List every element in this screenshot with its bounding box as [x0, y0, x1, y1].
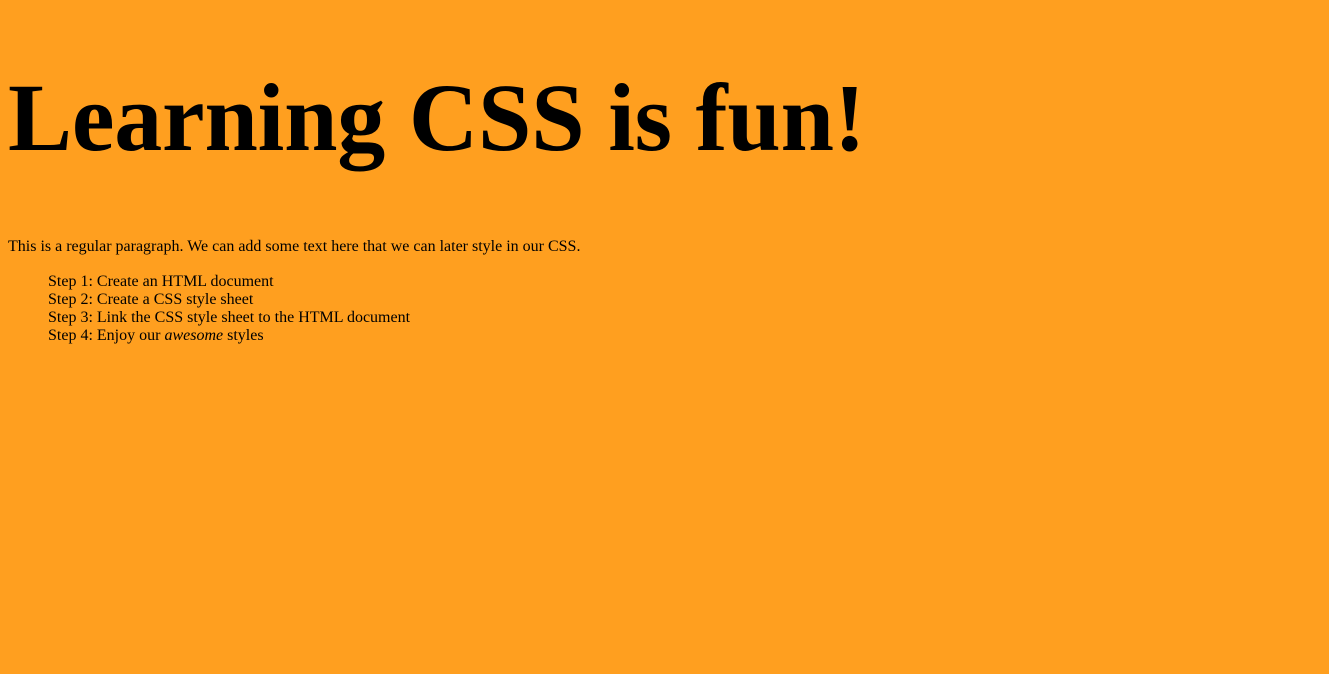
- list-item-step-4: Step 4: Enjoy our awesome styles: [48, 327, 410, 345]
- step-list: Step 1: Create an HTML document Step 2: …: [48, 273, 410, 345]
- list-item-step-1: Step 1: Create an HTML document: [48, 273, 274, 290]
- list-item-step-3: Step 3: Link the CSS style sheet to the …: [48, 309, 411, 326]
- main-heading: Learning CSS is fun!: [8, 64, 866, 171]
- step-4-suffix: styles: [223, 327, 264, 344]
- list-item-step-2: Step 2: Create a CSS style sheet: [48, 291, 254, 308]
- regular-paragraph: This is a regular paragraph. We can add …: [8, 238, 581, 255]
- step-4-prefix: Step 4: Enjoy our: [48, 327, 165, 344]
- page-content: Learning CSS is fun! This is a regular p…: [0, 0, 1329, 674]
- step-4-emphasis: awesome: [164, 327, 224, 344]
